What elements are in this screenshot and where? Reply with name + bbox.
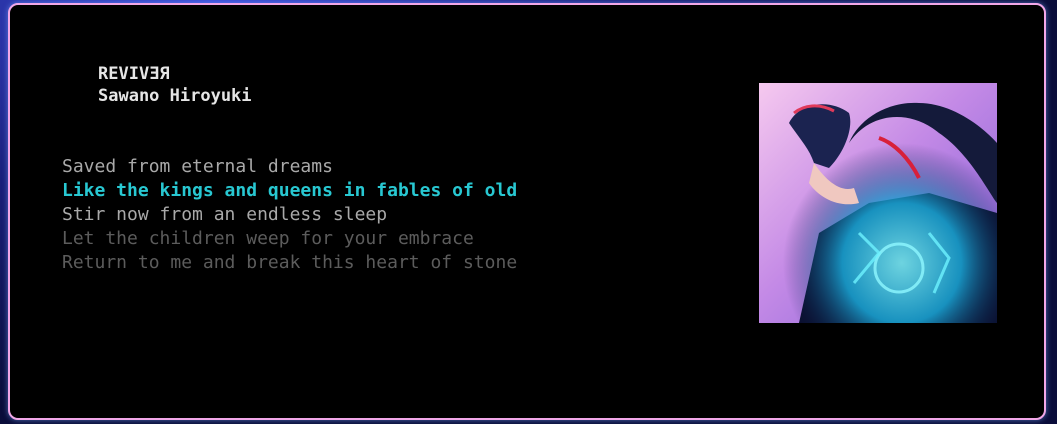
lyric-line-upcoming: Return to me and break this heart of sto… — [62, 252, 518, 273]
lyric-line-current: Like the kings and queens in fables of o… — [62, 180, 518, 201]
album-art — [759, 83, 997, 323]
lyrics-window: REVIVƎЯ Sawano Hiroyuki Saved from etern… — [8, 3, 1046, 420]
lyric-line-past: Saved from eternal dreams — [62, 156, 333, 177]
lyric-line-next: Stir now from an endless sleep — [62, 204, 388, 225]
lyrics-list: Saved from eternal dreams Like the kings… — [62, 155, 517, 275]
track-title: REVIVƎЯ — [98, 64, 170, 84]
lyric-line-upcoming: Let the children weep for your embrace — [62, 228, 474, 249]
track-artist: Sawano Hiroyuki — [98, 86, 252, 106]
track-info: REVIVƎЯ Sawano Hiroyuki — [98, 63, 252, 107]
